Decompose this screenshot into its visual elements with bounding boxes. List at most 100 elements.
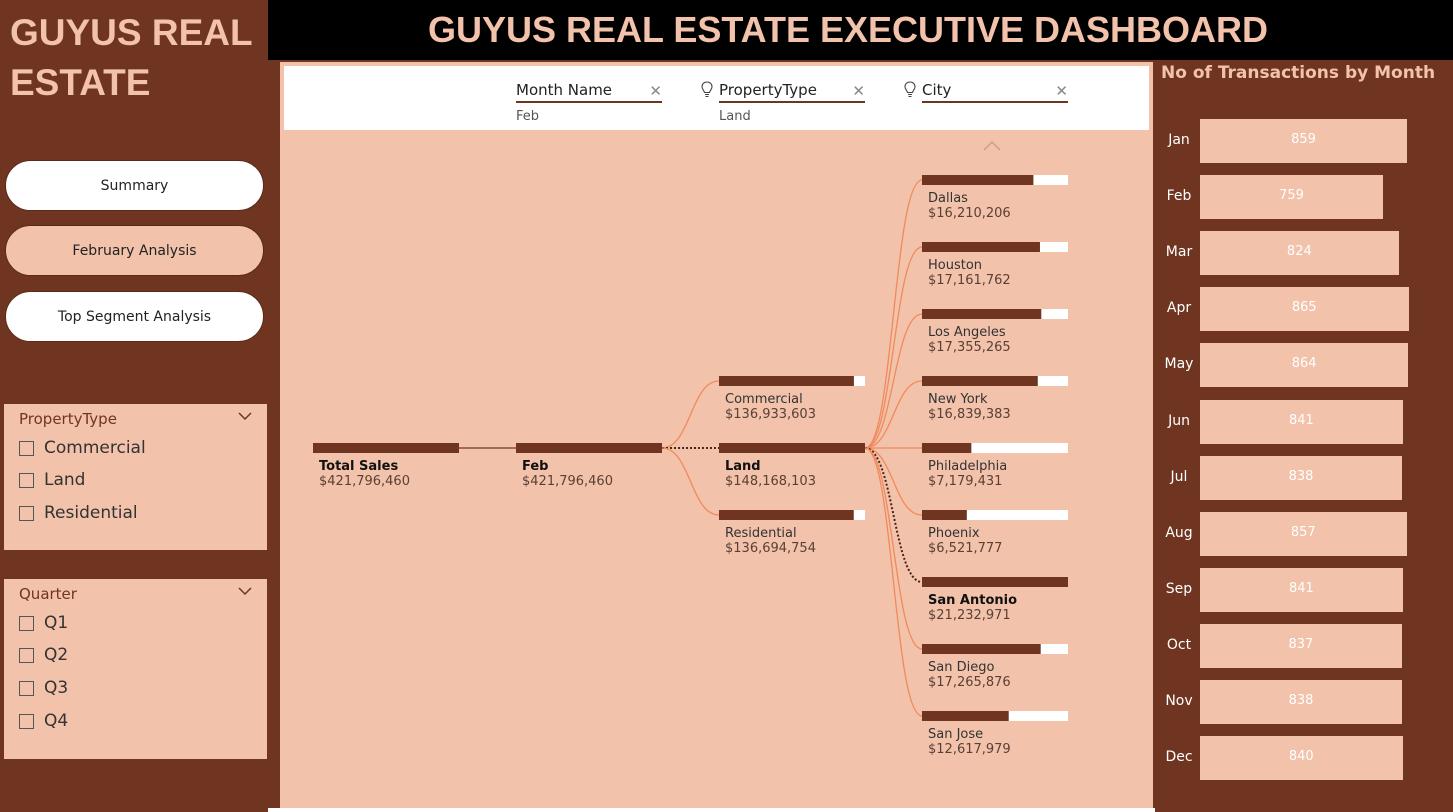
month-label-dec: Dec <box>1165 749 1193 766</box>
close-icon[interactable]: ✕ <box>852 82 865 100</box>
chevron-down-icon[interactable] <box>237 408 253 424</box>
checkbox[interactable] <box>19 472 34 488</box>
filter-month-name[interactable]: Month Name Feb ✕ <box>516 80 662 124</box>
tree-node-label: Residential <box>725 526 797 541</box>
month-value-nov: 838 <box>1288 693 1314 708</box>
tree-link-dallas <box>864 179 923 449</box>
tree-node-san-jose[interactable]: San Jose$12,617,979 <box>922 711 1068 757</box>
checkbox[interactable] <box>19 680 34 696</box>
filter-city[interactable]: City ✕ <box>904 80 1068 109</box>
tree-node-phoenix[interactable]: Phoenix$6,521,777 <box>922 510 1068 556</box>
filter-value: Feb <box>516 109 540 124</box>
tree-node-label: San Antonio <box>928 593 1017 608</box>
tree-bar-commercial <box>719 376 854 386</box>
filter-name: City <box>922 80 1068 103</box>
property-type-option-commercial[interactable]: Commercial <box>19 438 146 458</box>
tree-node-value: $12,617,979 <box>928 742 1011 757</box>
tree-node-dallas[interactable]: Dallas$16,210,206 <box>922 175 1068 221</box>
tree-link-san-diego <box>864 447 923 650</box>
february-analysis-button[interactable]: February Analysis <box>5 225 264 276</box>
tree-node-value: $421,796,460 <box>319 474 410 489</box>
property-type-option-residential[interactable]: Residential <box>19 503 138 523</box>
tree-node-feb[interactable]: Feb$421,796,460 <box>516 443 662 489</box>
filter-bar: Month Name Feb ✕ PropertyType Land ✕ Cit… <box>284 66 1149 130</box>
tree-node-value: $17,265,876 <box>928 675 1011 690</box>
month-value-mar: 824 <box>1286 244 1312 260</box>
tree-node-los-angeles[interactable]: Los Angeles$17,355,265 <box>922 309 1068 355</box>
month-value-dec: 840 <box>1288 749 1314 765</box>
month-value-sep: 841 <box>1288 580 1314 596</box>
tree-node-label: San Diego <box>928 660 994 675</box>
property-type-slicer-title: PropertyType <box>19 410 117 428</box>
decomposition-tree-chart: Total Sales$421,796,460Feb$421,796,460Co… <box>313 140 1068 757</box>
tree-node-philadelphia[interactable]: Philadelphia$7,179,431 <box>922 443 1068 489</box>
tree-node-san-diego[interactable]: San Diego$17,265,876 <box>922 644 1068 690</box>
checkbox[interactable] <box>19 713 34 729</box>
option-label: Q1 <box>44 613 69 633</box>
quarter-option-q2[interactable]: Q2 <box>19 645 68 665</box>
tree-node-houston[interactable]: Houston$17,161,762 <box>922 242 1068 288</box>
chevron-up-icon[interactable] <box>983 140 1001 151</box>
property-type-option-land[interactable]: Land <box>19 470 85 490</box>
tree-node-label: Land <box>725 459 761 474</box>
tree-node-value: $16,839,383 <box>928 407 1011 422</box>
tree-bar-dallas <box>922 175 1034 185</box>
filter-value: Land <box>719 109 751 124</box>
close-icon[interactable]: ✕ <box>1055 82 1068 100</box>
filter-property-type[interactable]: PropertyType Land ✕ <box>701 80 865 124</box>
tree-node-total-sales[interactable]: Total Sales$421,796,460 <box>313 443 459 489</box>
tree-bar-land <box>719 443 865 453</box>
month-label-oct: Oct <box>1166 636 1192 653</box>
month-label-apr: Apr <box>1166 300 1192 317</box>
checkbox[interactable] <box>19 647 34 663</box>
month-value-jun: 841 <box>1288 412 1314 428</box>
checkbox[interactable] <box>19 615 34 631</box>
chevron-down-icon[interactable] <box>237 583 253 599</box>
tree-bar-feb <box>516 443 662 453</box>
close-icon[interactable]: ✕ <box>649 82 662 100</box>
tree-node-value: $21,232,971 <box>928 608 1011 623</box>
month-value-oct: 837 <box>1288 636 1314 652</box>
top-segment-analysis-button[interactable]: Top Segment Analysis <box>5 291 264 342</box>
tree-node-value: $6,521,777 <box>928 541 1002 556</box>
tree-node-value: $421,796,460 <box>522 474 613 489</box>
quarter-option-q1[interactable]: Q1 <box>19 613 68 633</box>
tree-node-value: $7,179,431 <box>928 474 1002 489</box>
page-title: GUYUS REAL ESTATE EXECUTIVE DASHBOARD <box>427 9 1269 50</box>
tree-node-label: Feb <box>522 459 548 474</box>
tree-node-value: $17,355,265 <box>928 340 1011 355</box>
tree-node-value: $17,161,762 <box>928 273 1011 288</box>
option-label: Commercial <box>44 438 146 458</box>
checkbox[interactable] <box>19 440 34 456</box>
tree-node-label: Dallas <box>928 191 968 206</box>
property-type-slicer: PropertyType Commercial Land Residential <box>4 404 267 550</box>
transactions-chart-title: No of Transactions by Month <box>1161 63 1436 83</box>
checkbox[interactable] <box>19 505 34 521</box>
quarter-option-q4[interactable]: Q4 <box>19 711 68 731</box>
tree-node-land[interactable]: Land$148,168,103 <box>719 443 865 489</box>
tree-node-commercial[interactable]: Commercial$136,933,603 <box>719 376 865 422</box>
tree-node-label: Commercial <box>725 392 803 407</box>
month-label-jan: Jan <box>1168 132 1190 148</box>
tree-node-value: $136,933,603 <box>725 407 816 422</box>
month-value-aug: 857 <box>1290 524 1316 540</box>
tree-link-commercial <box>661 380 720 449</box>
tree-node-new-york[interactable]: New York$16,839,383 <box>922 376 1068 422</box>
month-value-jul: 838 <box>1288 468 1314 484</box>
tree-bar-houston <box>922 242 1040 252</box>
summary-button[interactable]: Summary <box>5 160 264 211</box>
tree-node-san-antonio[interactable]: San Antonio$21,232,971 <box>922 577 1068 623</box>
tree-node-label: Philadelphia <box>928 459 1007 474</box>
tree-node-label: San Jose <box>928 727 983 742</box>
option-label: Q2 <box>44 645 69 665</box>
filter-name: Month Name <box>516 80 662 103</box>
option-label: Q3 <box>44 678 69 698</box>
quarter-option-q3[interactable]: Q3 <box>19 678 68 698</box>
tree-node-residential[interactable]: Residential$136,694,754 <box>719 510 865 556</box>
bottom-strip <box>268 808 1155 812</box>
month-label-may: May <box>1164 356 1194 373</box>
tree-bar-new-york <box>922 376 1038 386</box>
tree-node-value: $16,210,206 <box>928 206 1011 221</box>
tree-bar-total-sales <box>313 443 459 453</box>
tree-node-value: $148,168,103 <box>725 474 816 489</box>
